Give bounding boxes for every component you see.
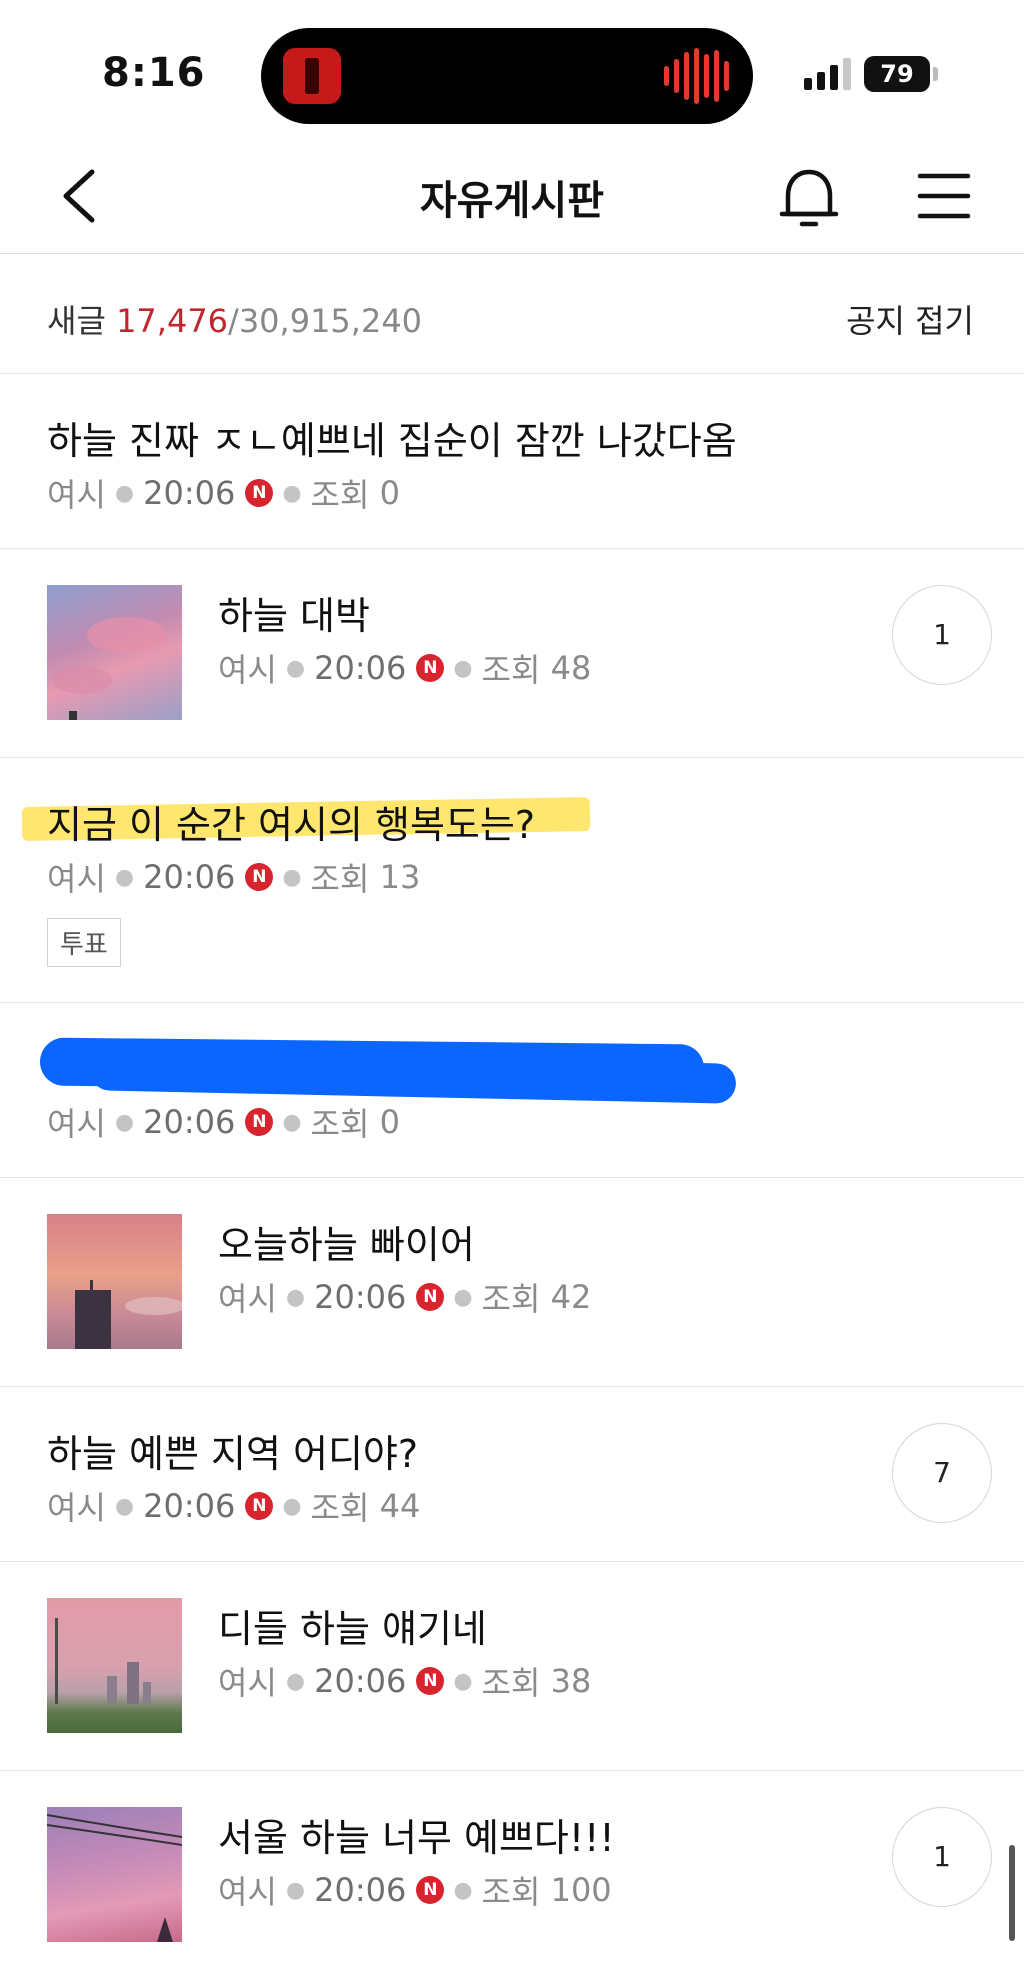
scrollbar[interactable]: [1009, 1845, 1015, 1941]
post-thumbnail[interactable]: [47, 1598, 182, 1733]
post-views: 44: [379, 1487, 421, 1525]
battery-icon: 79: [864, 56, 938, 92]
post-title[interactable]: 하늘 진짜 ㅈㄴ예쁘네 집순이 잠깐 나갔다옴: [47, 410, 737, 465]
new-badge-icon: N: [245, 1492, 274, 1520]
views-label: 조회: [310, 1489, 370, 1527]
hamburger-menu-icon[interactable]: [914, 166, 974, 226]
post-meta: 여시 ● 20:06 N ● 조회 44: [47, 1483, 420, 1529]
post-title[interactable]: 하늘 예쁜 지역 어디야?: [47, 1423, 418, 1478]
post-author: 여시: [47, 860, 106, 898]
post-time: 20:06: [314, 1871, 407, 1909]
post-author: 여시: [47, 1105, 106, 1143]
comment-count-badge[interactable]: 1: [892, 585, 992, 685]
views-label: 조회: [310, 860, 370, 898]
post-views: 0: [379, 474, 400, 512]
post-views: 48: [550, 649, 592, 687]
cellular-signal-icon: [804, 56, 851, 90]
new-badge-icon: N: [245, 1108, 274, 1136]
dynamic-island[interactable]: [261, 28, 753, 124]
post-thumbnail[interactable]: [47, 585, 182, 720]
post-list-item[interactable]: 하늘 대박 여시 ● 20:06 N ● 조회 48 1: [0, 549, 1024, 758]
post-list-item[interactable]: 오늘하늘 빠이어 여시 ● 20:06 N ● 조회 42: [0, 1178, 1024, 1387]
views-label: 조회: [310, 1105, 370, 1143]
audio-waveform-icon: [664, 48, 729, 104]
views-label: 조회: [310, 476, 370, 514]
nav-bar: 자유게시판: [0, 140, 1024, 254]
new-badge-icon: N: [416, 1283, 445, 1311]
post-time: 20:06: [143, 474, 236, 512]
post-author: 여시: [218, 1873, 277, 1911]
post-list-item[interactable]: 여시 ● 20:06 N ● 조회 0: [0, 1003, 1024, 1178]
post-time: 20:06: [143, 858, 236, 896]
total-post-count: /30,915,240: [228, 302, 423, 340]
post-list-item[interactable]: 하늘 예쁜 지역 어디야? 여시 ● 20:06 N ● 조회 44 7: [0, 1387, 1024, 1562]
post-meta: 여시 ● 20:06 N ● 조회 13: [47, 854, 420, 900]
post-list-item[interactable]: 디들 하늘 얘기네 여시 ● 20:06 N ● 조회 38: [0, 1562, 1024, 1771]
post-views: 38: [550, 1662, 592, 1700]
new-badge-icon: N: [245, 479, 274, 507]
post-meta: 여시 ● 20:06 N ● 조회 100: [218, 1867, 612, 1913]
bell-icon[interactable]: [776, 162, 842, 232]
post-title[interactable]: 오늘하늘 빠이어: [218, 1214, 475, 1269]
post-meta: 여시 ● 20:06 N ● 조회 48: [218, 645, 591, 691]
post-author: 여시: [218, 1280, 277, 1318]
post-time: 20:06: [143, 1103, 236, 1141]
post-author: 여시: [218, 1664, 277, 1702]
status-bar: 8:16 79: [0, 0, 1024, 140]
post-time: 20:06: [314, 1278, 407, 1316]
status-time: 8:16: [102, 50, 206, 96]
post-list-item[interactable]: 지금 이 순간 여시의 행복도는? 여시 ● 20:06 N ● 조회 13 투표: [0, 758, 1024, 1003]
post-author: 여시: [47, 1489, 106, 1527]
views-label: 조회: [481, 1873, 541, 1911]
post-count-bar: 새글 17,476/30,915,240 공지 접기: [0, 254, 1024, 374]
comment-count-badge[interactable]: 7: [892, 1423, 992, 1523]
post-thumbnail[interactable]: [47, 1807, 182, 1942]
post-author: 여시: [218, 651, 277, 689]
post-views: 42: [550, 1278, 592, 1316]
post-title[interactable]: 디들 하늘 얘기네: [218, 1598, 487, 1653]
post-time: 20:06: [143, 1487, 236, 1525]
views-label: 조회: [481, 651, 541, 689]
post-list-item[interactable]: 서울 하늘 너무 예쁘다!!! 여시 ● 20:06 N ● 조회 100 1: [0, 1771, 1024, 1971]
post-meta: 여시 ● 20:06 N ● 조회 0: [47, 1099, 400, 1145]
post-views: 0: [379, 1103, 400, 1141]
post-list-item[interactable]: 하늘 진짜 ㅈㄴ예쁘네 집순이 잠깐 나갔다옴 여시 ● 20:06 N ● 조회 …: [0, 374, 1024, 549]
new-badge-icon: N: [245, 863, 274, 891]
new-badge-icon: N: [416, 1876, 445, 1904]
post-title[interactable]: 지금 이 순간 여시의 행복도는?: [47, 794, 535, 849]
poll-tag: 투표: [47, 918, 121, 967]
post-title[interactable]: 서울 하늘 너무 예쁘다!!!: [218, 1807, 615, 1862]
post-views: 100: [550, 1871, 612, 1909]
post-author: 여시: [47, 476, 106, 514]
new-post-count: 17,476: [116, 302, 229, 340]
album-art-icon: [283, 48, 341, 104]
count-label: 새글: [47, 302, 106, 340]
post-title[interactable]: 하늘 대박: [218, 585, 370, 640]
post-thumbnail[interactable]: [47, 1214, 182, 1349]
new-badge-icon: N: [416, 654, 445, 682]
views-label: 조회: [481, 1280, 541, 1318]
post-meta: 여시 ● 20:06 N ● 조회 38: [218, 1658, 591, 1704]
post-time: 20:06: [314, 649, 407, 687]
page-title: 자유게시판: [420, 178, 604, 224]
views-label: 조회: [481, 1664, 541, 1702]
new-badge-icon: N: [416, 1667, 445, 1695]
post-meta: 여시 ● 20:06 N ● 조회 0: [47, 470, 400, 516]
comment-count-badge[interactable]: 1: [892, 1807, 992, 1907]
post-meta: 여시 ● 20:06 N ● 조회 42: [218, 1274, 591, 1320]
post-time: 20:06: [314, 1662, 407, 1700]
post-count: 새글 17,476/30,915,240: [47, 296, 422, 342]
post-views: 13: [379, 858, 421, 896]
notice-collapse-button[interactable]: 공지 접기: [846, 296, 974, 342]
